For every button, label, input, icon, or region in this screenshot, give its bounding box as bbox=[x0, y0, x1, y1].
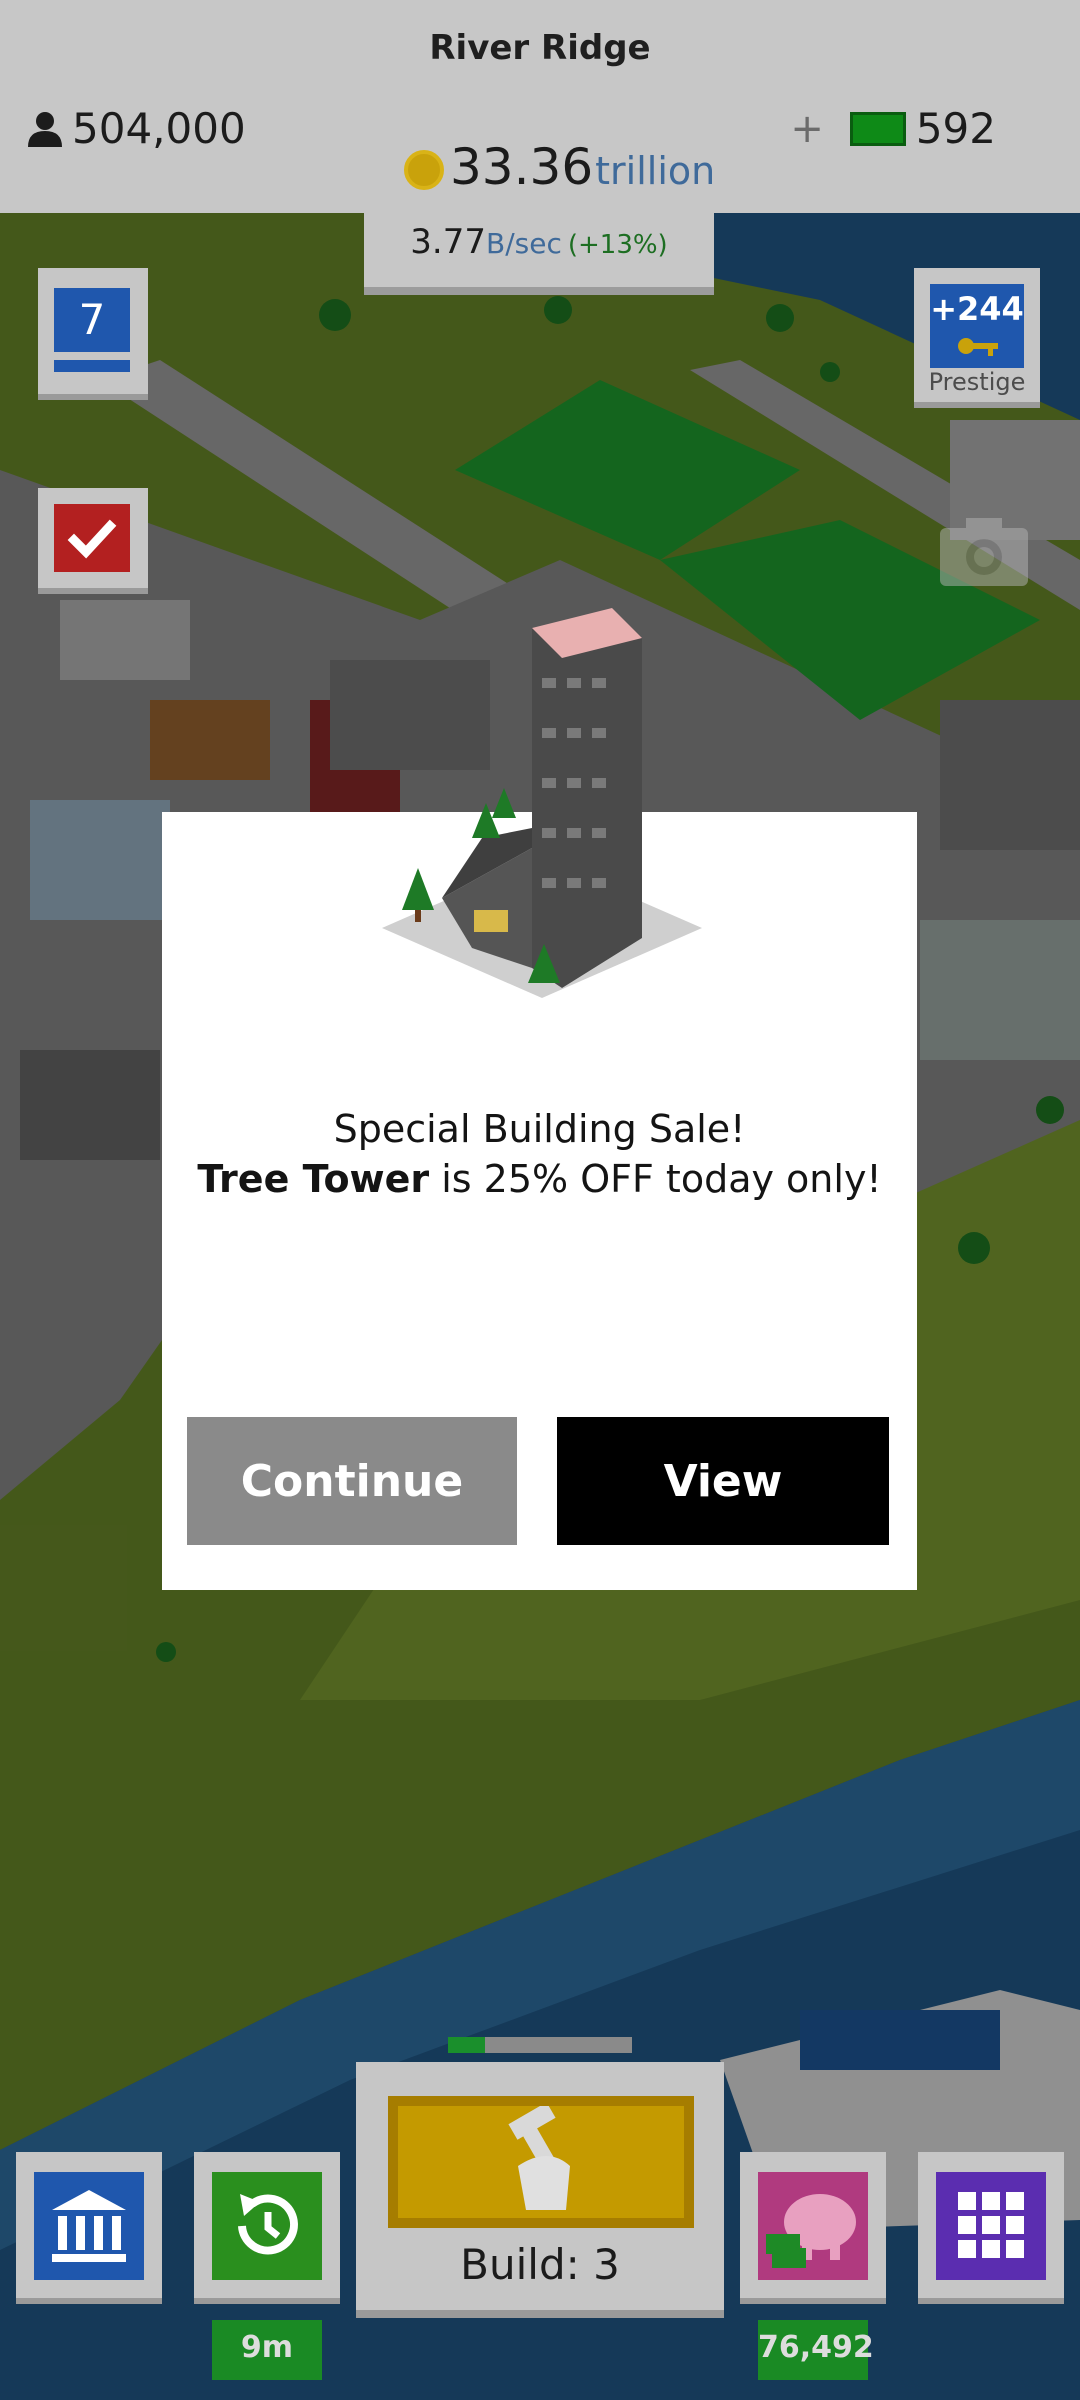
time-boost-button[interactable] bbox=[194, 2152, 340, 2304]
population-value: 504,000 bbox=[72, 104, 246, 153]
time-boost-value: 9m bbox=[212, 2320, 322, 2380]
clock-glyph bbox=[238, 2194, 298, 2255]
level-icon: 7 bbox=[54, 288, 130, 352]
piggy-glyph bbox=[766, 2194, 856, 2268]
level-progress-bar bbox=[54, 360, 130, 372]
prestige-panel: +244 bbox=[930, 284, 1024, 368]
money-panel: 33.36 trillion 3.77B/sec (+13%) bbox=[364, 130, 716, 295]
bank-glyph bbox=[52, 2190, 126, 2262]
sale-message: Special Building Sale! Tree Tower is 25%… bbox=[162, 1104, 917, 1204]
view-button[interactable]: View bbox=[557, 1417, 889, 1545]
build-progress-bar bbox=[448, 2037, 632, 2053]
continue-button[interactable]: Continue bbox=[187, 1417, 517, 1545]
person-icon bbox=[28, 111, 62, 147]
tree-tower-illustration bbox=[382, 608, 702, 998]
grid-glyph bbox=[958, 2192, 1024, 2258]
rate-bonus: (+13%) bbox=[567, 230, 668, 260]
piggy-bank-value: 76,492 bbox=[758, 2320, 874, 2380]
checkmark-icon bbox=[54, 504, 130, 572]
city-name: River Ridge bbox=[429, 28, 651, 68]
checkmark-glyph bbox=[67, 519, 117, 559]
menu-grid-button[interactable] bbox=[918, 2152, 1064, 2304]
sale-title: Special Building Sale! bbox=[333, 1107, 746, 1151]
sale-detail-rest: is 25% OFF today only! bbox=[429, 1157, 882, 1201]
bank-icon bbox=[34, 2172, 144, 2280]
grid-icon bbox=[936, 2172, 1046, 2280]
prestige-amount: +244 bbox=[930, 290, 1024, 328]
sale-dialog: Special Building Sale! Tree Tower is 25%… bbox=[162, 608, 917, 1590]
build-button-face bbox=[388, 2096, 694, 2228]
piggy-bank-icon bbox=[758, 2172, 868, 2280]
income-rate: 3.77B/sec (+13%) bbox=[364, 222, 714, 262]
sale-detail: Tree Tower is 25% OFF today only! bbox=[162, 1154, 917, 1204]
prestige-button[interactable]: +244 Prestige bbox=[914, 268, 1040, 408]
key-icon bbox=[958, 338, 998, 356]
bank-button[interactable] bbox=[16, 2152, 162, 2304]
rate-value: 3.77 bbox=[410, 222, 486, 262]
tasks-button[interactable] bbox=[38, 488, 148, 594]
money-unit: trillion bbox=[595, 149, 716, 193]
clock-icon bbox=[212, 2172, 322, 2280]
level-badge[interactable]: 7 bbox=[38, 268, 148, 400]
rate-unit: B/sec bbox=[485, 227, 562, 260]
prestige-label: Prestige bbox=[928, 368, 1026, 396]
money-value: 33.36 bbox=[450, 138, 594, 196]
add-bucks-button[interactable]: + bbox=[790, 106, 824, 152]
bucks-counter[interactable]: + 592 bbox=[790, 104, 996, 153]
bucks-icon bbox=[849, 111, 906, 146]
piggy-bank-button[interactable] bbox=[740, 2152, 886, 2304]
build-button[interactable]: Build: 3 bbox=[356, 2062, 724, 2318]
camera-icon[interactable] bbox=[936, 512, 1032, 590]
build-progress-fill bbox=[448, 2037, 485, 2053]
build-label: Build: 3 bbox=[460, 2240, 620, 2289]
bucks-value: 592 bbox=[915, 104, 996, 153]
coin-icon bbox=[404, 150, 444, 190]
building-name: Tree Tower bbox=[197, 1157, 430, 1201]
population-counter: 504,000 bbox=[26, 104, 246, 153]
hammer-hand-icon bbox=[508, 2102, 570, 2210]
